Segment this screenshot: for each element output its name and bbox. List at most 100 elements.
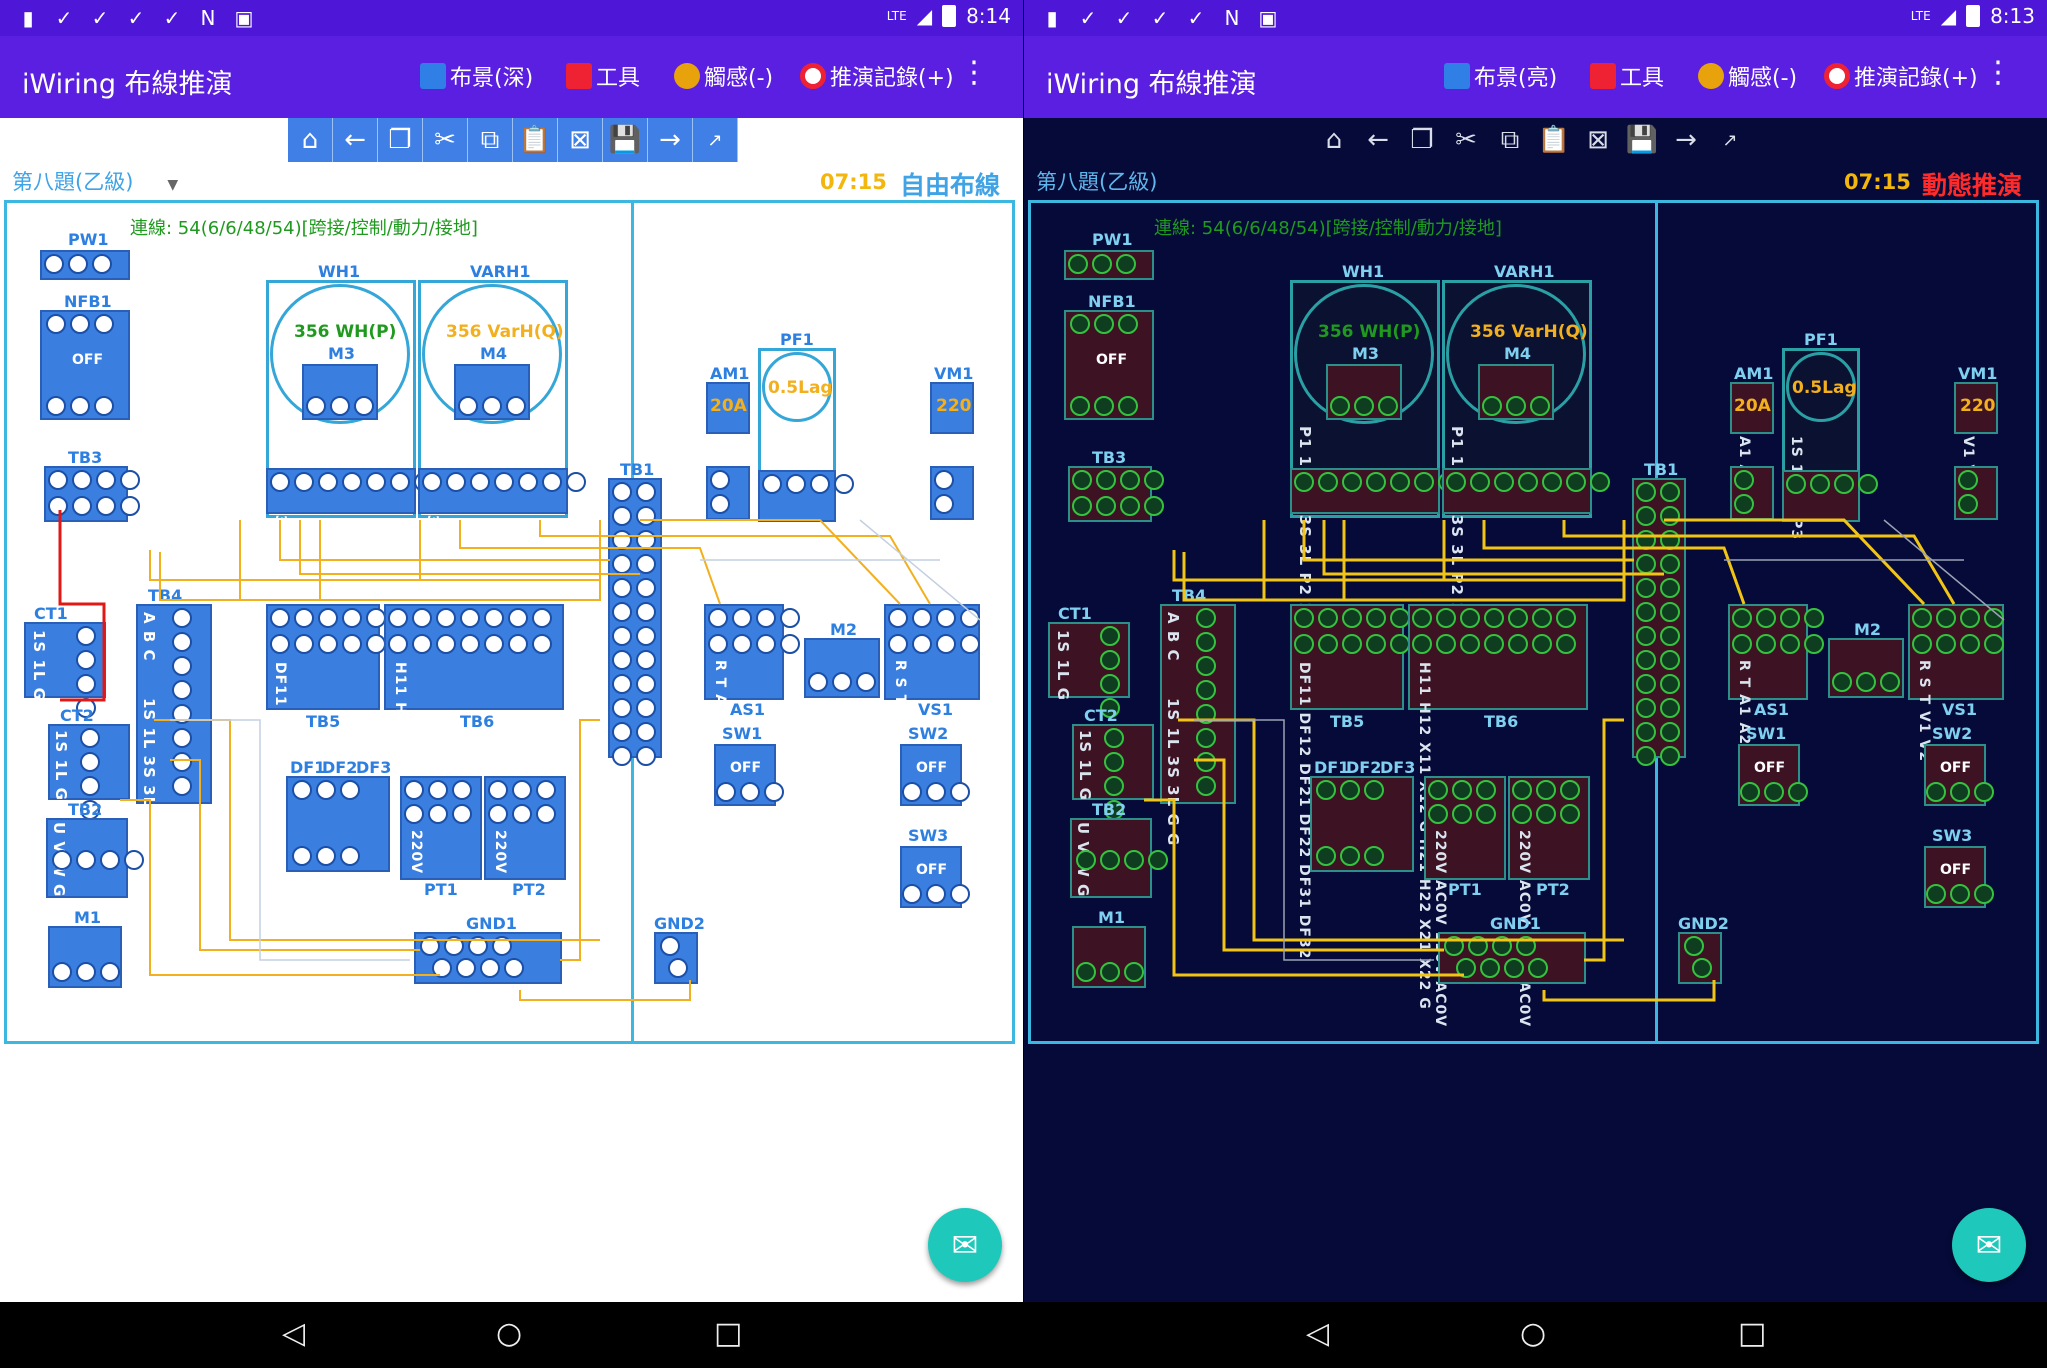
terminal-dot[interactable]: [780, 608, 800, 628]
terminal-dot[interactable]: [44, 254, 64, 274]
terminal-dot[interactable]: [1144, 470, 1164, 490]
terminal-dot[interactable]: [636, 482, 656, 502]
terminal-dot[interactable]: [834, 474, 854, 494]
terminal-dot[interactable]: [536, 804, 556, 824]
terminal-dot[interactable]: [1096, 496, 1116, 516]
terminal-dot[interactable]: [808, 672, 828, 692]
terminal-dot[interactable]: [1958, 494, 1978, 514]
terminal-dot[interactable]: [52, 850, 72, 870]
terminal-dot[interactable]: [1732, 608, 1752, 628]
terminal-dot[interactable]: [1100, 626, 1120, 646]
terminal-dot[interactable]: [1512, 804, 1532, 824]
nav-back-icon[interactable]: ◁: [282, 1316, 305, 1351]
terminal-dot[interactable]: [636, 602, 656, 622]
save-icon[interactable]: 💾: [603, 118, 648, 162]
terminal-dot[interactable]: [612, 650, 632, 670]
terminal-dot[interactable]: [1660, 554, 1680, 574]
terminal-dot[interactable]: [342, 472, 362, 492]
terminal-dot[interactable]: [436, 634, 456, 654]
terminal-dot[interactable]: [732, 634, 752, 654]
terminal-dot[interactable]: [660, 936, 680, 956]
copy-icon[interactable]: ❐: [378, 118, 423, 162]
terminal-dot[interactable]: [612, 602, 632, 622]
more-options-icon[interactable]: ⋮: [959, 58, 989, 88]
terminal-dot[interactable]: [1660, 530, 1680, 550]
terminal-dot[interactable]: [1342, 634, 1362, 654]
terminal-dot[interactable]: [612, 722, 632, 742]
terminal-dot[interactable]: [172, 704, 192, 724]
mail-fab-button[interactable]: ✉: [1952, 1208, 2026, 1282]
terminal-dot[interactable]: [1636, 482, 1656, 502]
terminal-dot[interactable]: [1492, 936, 1512, 956]
terminal-dot[interactable]: [1636, 722, 1656, 742]
terminal-dot[interactable]: [1390, 472, 1410, 492]
terminal-dot[interactable]: [292, 780, 312, 800]
terminal-dot[interactable]: [508, 634, 528, 654]
terminal-dot[interactable]: [72, 496, 92, 516]
terminal-dot[interactable]: [1756, 634, 1776, 654]
terminal-dot[interactable]: [1378, 396, 1398, 416]
touch-menu[interactable]: 觸感(-): [674, 60, 773, 92]
mail-fab-button[interactable]: ✉: [928, 1208, 1002, 1282]
terminal-dot[interactable]: [542, 472, 562, 492]
terminal-dot[interactable]: [1560, 804, 1580, 824]
terminal-dot[interactable]: [1528, 958, 1548, 978]
terminal-dot[interactable]: [1068, 254, 1088, 274]
terminal-dot[interactable]: [1452, 780, 1472, 800]
terminal-dot[interactable]: [76, 626, 96, 646]
terminal-dot[interactable]: [504, 958, 524, 978]
terminal-dot[interactable]: [452, 780, 472, 800]
terminal-dot[interactable]: [1636, 602, 1656, 622]
nav-recents-icon[interactable]: □: [714, 1316, 742, 1351]
terminal-dot[interactable]: [1636, 746, 1656, 766]
terminal-dot[interactable]: [70, 396, 90, 416]
terminal-dot[interactable]: [888, 634, 908, 654]
terminal-dot[interactable]: [330, 396, 350, 416]
terminal-dot[interactable]: [1756, 608, 1776, 628]
terminal-dot[interactable]: [1414, 472, 1434, 492]
terminal-dot[interactable]: [366, 634, 386, 654]
terminal-dot[interactable]: [120, 496, 140, 516]
delete-icon[interactable]: ⊠: [558, 118, 603, 162]
terminal-dot[interactable]: [172, 656, 192, 676]
terminal-dot[interactable]: [294, 472, 314, 492]
tools-menu[interactable]: 工具: [566, 60, 640, 92]
terminal-dot[interactable]: [172, 632, 192, 652]
terminal-dot[interactable]: [94, 314, 114, 334]
terminal-dot[interactable]: [518, 472, 538, 492]
terminal-dot[interactable]: [1660, 746, 1680, 766]
terminal-dot[interactable]: [612, 482, 632, 502]
terminal-dot[interactable]: [428, 804, 448, 824]
terminal-dot[interactable]: [1484, 634, 1504, 654]
save-icon[interactable]: 💾: [1620, 118, 1664, 162]
terminal-dot[interactable]: [1636, 650, 1656, 670]
terminal-dot[interactable]: [318, 472, 338, 492]
forward-arrow-icon[interactable]: →: [1664, 118, 1708, 162]
terminal-dot[interactable]: [470, 472, 490, 492]
terminal-dot[interactable]: [494, 472, 514, 492]
terminal-dot[interactable]: [1984, 608, 2004, 628]
terminal-dot[interactable]: [420, 936, 440, 956]
terminal-dot[interactable]: [1476, 804, 1496, 824]
terminal-dot[interactable]: [488, 804, 508, 824]
terminal-dot[interactable]: [636, 722, 656, 742]
terminal-dot[interactable]: [1684, 936, 1704, 956]
terminal-dot[interactable]: [172, 776, 192, 796]
terminal-dot[interactable]: [96, 496, 116, 516]
terminal-dot[interactable]: [508, 608, 528, 628]
nav-back-icon[interactable]: ◁: [1306, 1316, 1329, 1351]
terminal-dot[interactable]: [636, 674, 656, 694]
terminal-dot[interactable]: [46, 396, 66, 416]
terminal-dot[interactable]: [1094, 396, 1114, 416]
delete-icon[interactable]: ⊠: [1576, 118, 1620, 162]
terminal-dot[interactable]: [306, 396, 326, 416]
terminal-dot[interactable]: [708, 608, 728, 628]
terminal-dot[interactable]: [1512, 780, 1532, 800]
terminal-dot[interactable]: [1636, 530, 1656, 550]
terminal-dot[interactable]: [1294, 608, 1314, 628]
terminal-dot[interactable]: [1636, 506, 1656, 526]
terminal-dot[interactable]: [458, 396, 478, 416]
terminal-dot[interactable]: [270, 634, 290, 654]
home-icon[interactable]: ⌂: [1312, 118, 1356, 162]
terminal-dot[interactable]: [1196, 632, 1216, 652]
